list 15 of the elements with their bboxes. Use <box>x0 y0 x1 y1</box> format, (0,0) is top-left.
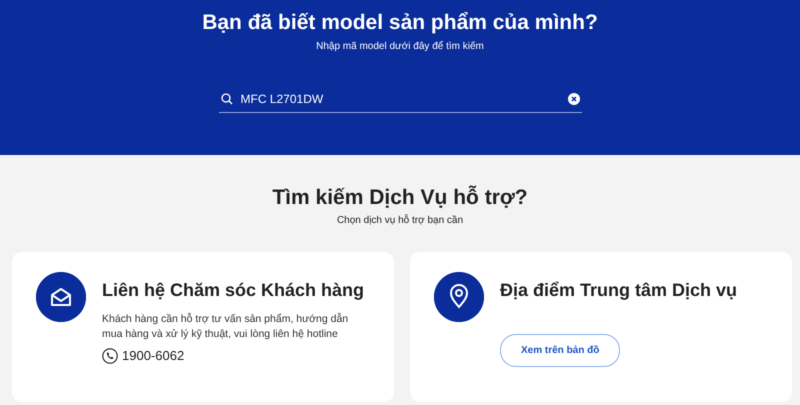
section-title: Tìm kiếm Dịch Vụ hỗ trợ? <box>271 185 529 211</box>
card-title: Địa điểm Trung tâm Dịch vụ <box>500 279 738 302</box>
hero-title: Bạn đã biết model sản phẩm của mình? <box>201 10 599 36</box>
clear-icon[interactable] <box>568 93 580 105</box>
hotline-number: 1900-6062 <box>122 347 184 365</box>
location-pin-icon <box>434 272 484 322</box>
card-title: Liên hệ Chăm sóc Khách hàng <box>102 279 364 302</box>
search-icon <box>220 93 232 105</box>
view-map-button[interactable]: Xem trên bản đồ <box>500 334 620 367</box>
card-description: Khách hàng cần hỗ trợ tư vấn sản phẩm, hướng dẫn mua hàng và xử lý kỹ thuật, vui lòng liên hệ hotline <box>102 312 350 342</box>
envelope-icon <box>36 272 86 322</box>
search-input[interactable]: MFC L2701DW <box>240 90 560 108</box>
phone-icon <box>102 348 118 364</box>
section-subtitle: Chọn dịch vụ hỗ trợ bạn cần <box>336 213 464 228</box>
hero-subtitle: Nhập mã model dưới đây để tìm kiếm <box>315 40 485 54</box>
